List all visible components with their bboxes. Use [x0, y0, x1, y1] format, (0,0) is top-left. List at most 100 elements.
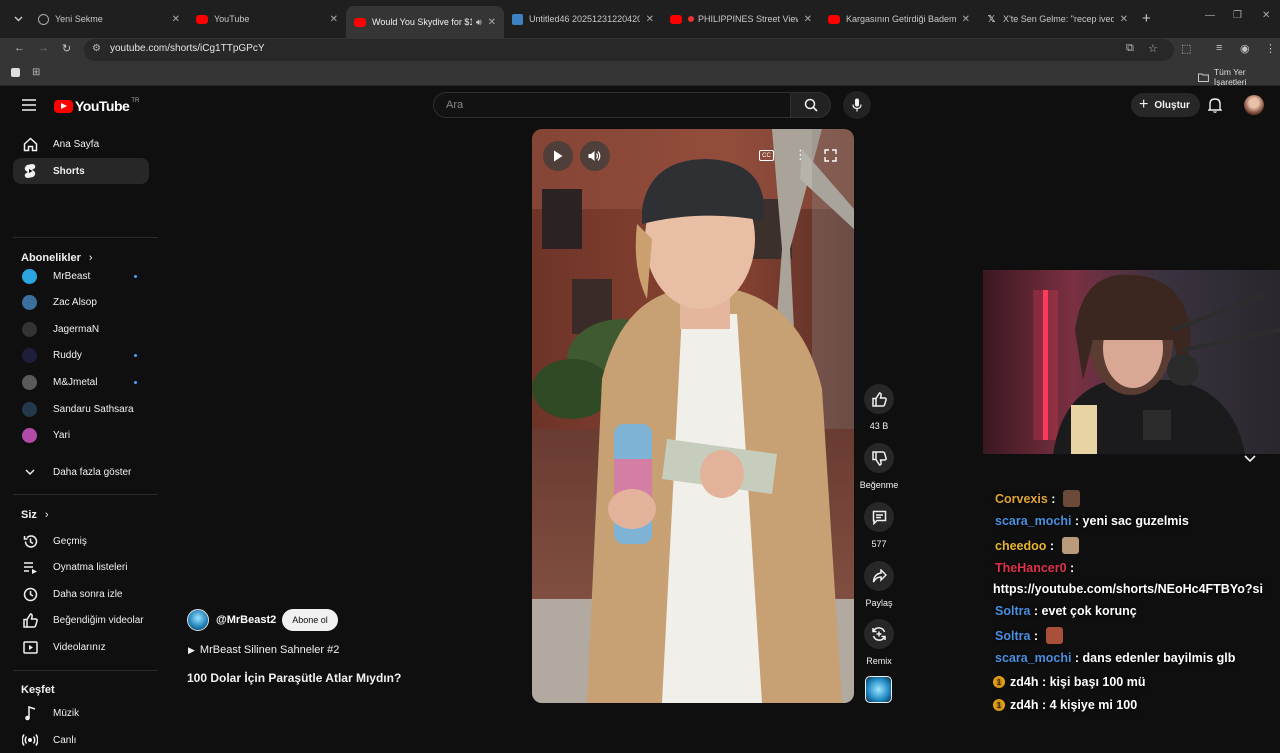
play-button[interactable]	[543, 141, 573, 171]
chat-text: evet çok korunç	[1041, 604, 1137, 618]
close-window-button[interactable]: ✕	[1262, 10, 1270, 21]
sidebar-item-ruddy[interactable]: Ruddy	[13, 343, 149, 369]
sidebar-item-zac-alsop[interactable]: Zac Alsop	[13, 290, 149, 316]
sidebar-item-canl-[interactable]: Canlı	[13, 727, 149, 753]
close-tab-icon[interactable]: ✕	[488, 17, 496, 28]
browser-tab[interactable]: Would You Skydive for $10(🔊︎ ✕	[346, 6, 504, 38]
short-title[interactable]: 100 Dolar İçin Paraşütle Atlar Mıydın?	[187, 671, 401, 685]
browser-tab[interactable]: 𝕏 X'te Sen Gelme: "recep ivedik n ✕	[978, 6, 1136, 32]
sidebar-item-ge-mi-[interactable]: Geçmiş	[13, 528, 149, 554]
your-videos-icon	[22, 639, 38, 655]
install-app-icon[interactable]: ⧉	[1126, 42, 1134, 55]
scroll-down-button[interactable]	[1244, 450, 1256, 468]
chat-separator: :	[1038, 675, 1050, 689]
address-bar[interactable]: ⚙ youtube.com/shorts/iCg1TTpGPcY ⧉ ☆	[84, 39, 1174, 61]
comment-icon[interactable]	[864, 502, 894, 532]
minimize-button[interactable]: —	[1205, 10, 1215, 21]
close-tab-icon[interactable]: ✕	[804, 14, 812, 25]
url-text[interactable]: youtube.com/shorts/iCg1TTpGPcY	[110, 43, 265, 54]
sidebar-item-label: Oynatma listeleri	[53, 562, 128, 574]
sidebar-item-videolar-n-z[interactable]: Videolarınız	[13, 634, 149, 660]
channel-avatar[interactable]	[187, 609, 209, 631]
show-more-button[interactable]: Daha fazla göster	[13, 459, 149, 485]
profile-icon[interactable]: ◉	[1240, 42, 1250, 55]
browser-tab[interactable]: YouTube ✕	[188, 6, 346, 32]
share-icon[interactable]	[864, 561, 894, 591]
remix-icon[interactable]	[864, 619, 894, 649]
share-action[interactable]: Paylaş	[860, 561, 898, 608]
captions-button[interactable]: CC	[759, 150, 774, 161]
tab-search-button[interactable]	[10, 11, 26, 27]
play-icon	[554, 150, 563, 162]
like-icon[interactable]	[864, 384, 894, 414]
comment-action[interactable]: 577	[860, 502, 898, 549]
media-controls-icon[interactable]: ≡	[1216, 42, 1222, 54]
tab-groups-icon[interactable]	[11, 68, 20, 77]
sidebar-item-ana-sayfa[interactable]: Ana Sayfa	[13, 131, 149, 157]
like-action[interactable]: 43 B	[860, 384, 898, 431]
chat-separator: :	[1066, 561, 1078, 575]
close-tab-icon[interactable]: ✕	[1120, 14, 1128, 25]
chat-text: yeni sac guzelmis	[1082, 514, 1189, 528]
chat-username: Corvexis	[995, 491, 1048, 506]
close-tab-icon[interactable]: ✕	[172, 14, 180, 25]
playlist-link[interactable]: ▶ MrBeast Silinen Sahneler #2	[188, 644, 339, 656]
channel-name[interactable]: @MrBeast2	[216, 614, 276, 626]
shorts-video-player[interactable]: CC ⋮	[532, 129, 854, 703]
x-icon: 𝕏	[987, 13, 996, 25]
dislike-icon[interactable]	[864, 443, 894, 473]
sidebar-item-m-zik[interactable]: Müzik	[13, 700, 149, 726]
sidebar-item-sandaru-sathsara[interactable]: Sandaru Sathsara	[13, 396, 149, 422]
account-avatar[interactable]	[1244, 95, 1264, 115]
sidebar-item-oynatma-listeleri[interactable]: Oynatma listeleri	[13, 555, 149, 581]
browser-tab[interactable]: PHILIPPINES Street View Liv ✕	[662, 6, 820, 32]
new-tab-button[interactable]: +	[1142, 10, 1151, 27]
browser-tab[interactable]: Yeni Sekme ✕	[30, 6, 188, 32]
site-info-icon[interactable]: ⚙	[92, 43, 101, 54]
search-input[interactable]	[434, 93, 790, 117]
back-icon[interactable]: ←	[14, 42, 25, 54]
sidebar-item-mrbeast[interactable]: MrBeast	[13, 263, 149, 289]
logo-region: TR	[131, 98, 140, 104]
browser-tab[interactable]: Untitled46 20251231220420 h ✕	[504, 6, 662, 32]
remix-action[interactable]: Remix	[860, 619, 898, 666]
all-bookmarks-button[interactable]: Tüm Yer İşaretleri	[1198, 67, 1280, 87]
fullscreen-button[interactable]	[824, 149, 837, 167]
sidebar-item-mandjmetal[interactable]: M&Jmetal	[13, 369, 149, 395]
close-tab-icon[interactable]: ✕	[330, 14, 338, 25]
search-box[interactable]	[433, 92, 791, 118]
close-tab-icon[interactable]: ✕	[646, 14, 654, 25]
sidebar-item-yari[interactable]: Yari	[13, 423, 149, 449]
browser-tab[interactable]: Kargasının Getirdiği Bademi Bo ✕	[820, 6, 978, 32]
subscribe-button[interactable]: Abone ol	[282, 609, 338, 631]
reload-icon[interactable]: ↻	[62, 42, 71, 55]
sidebar-item-daha-sonra-izle[interactable]: Daha sonra izle	[13, 581, 149, 607]
notifications-button[interactable]	[1207, 97, 1223, 118]
bookmark-star-icon[interactable]: ☆	[1148, 42, 1158, 55]
sidebar-item-jagerman[interactable]: JagermaN	[13, 316, 149, 342]
browser-menu-icon[interactable]: ⋮	[1265, 42, 1276, 55]
restore-button[interactable]: ❐	[1233, 10, 1242, 21]
browser-toolbar: ← → ↻ ⚙ youtube.com/shorts/iCg1TTpGPcY ⧉…	[0, 38, 1280, 62]
youtube-logo[interactable]: YouTube TR	[54, 98, 139, 114]
dislike-action[interactable]: Beğenme	[860, 443, 898, 490]
extensions-icon[interactable]: ⬚	[1181, 42, 1191, 55]
apps-grid-icon[interactable]: ⊞	[32, 67, 40, 78]
chat-message: scara_mochi : dans edenler bayilmis glb	[995, 651, 1235, 665]
voice-search-button[interactable]	[843, 91, 871, 119]
search-button[interactable]	[791, 92, 831, 118]
guide-menu-button[interactable]	[22, 98, 38, 112]
sidebar-item-label: Ana Sayfa	[53, 138, 100, 150]
channel-avatar	[22, 268, 37, 284]
create-button[interactable]: + Oluştur	[1131, 93, 1200, 117]
sound-thumbnail[interactable]	[865, 676, 892, 703]
you-heading[interactable]: Siz ›	[21, 509, 49, 521]
close-tab-icon[interactable]: ✕	[962, 14, 970, 25]
forward-icon[interactable]: →	[38, 42, 49, 54]
speaker-icon[interactable]: 🔊︎	[476, 17, 482, 28]
youtube-icon	[354, 17, 366, 27]
sidebar-item-shorts[interactable]: Shorts	[13, 158, 149, 184]
volume-button[interactable]	[580, 141, 610, 171]
sidebar-item-be-endi-im-videolar[interactable]: Beğendiğim videolar	[13, 608, 149, 634]
more-options-icon[interactable]: ⋮	[794, 147, 807, 163]
